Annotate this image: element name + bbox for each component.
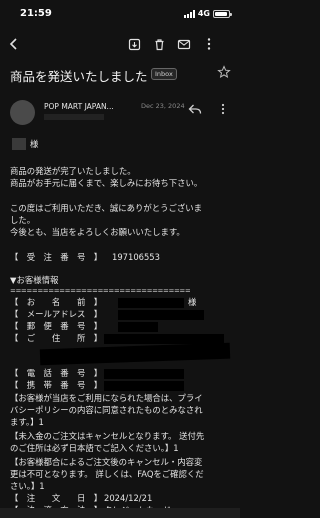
note-line: 更は不可となります。 詳しくは、FAQをご確認くだ [10, 469, 204, 479]
note-line: のご住所は必ず日本語でご記入ください。】1 [10, 443, 179, 453]
name-label: 【 お 名 前 】 [10, 297, 103, 307]
order-date: 2024/12/21 [104, 493, 153, 503]
redacted-address-line2 [39, 342, 231, 366]
signal-icon [183, 9, 195, 18]
body-line: 今後とも、当店をよろしくお願いいたします。 [10, 227, 185, 237]
address-label: 【 ご 住 所 】 [10, 333, 103, 343]
sender-row: POP MART JAPAN... Dec 23, 2024 [10, 100, 235, 128]
battery-fill [215, 11, 227, 16]
email-body: 様 商品の発送が完了いたしました。 商品がお手元に届くまで、楽しみにお待ち下さい… [0, 134, 240, 518]
back-arrow-icon[interactable] [4, 34, 24, 54]
reply-icon[interactable] [188, 100, 202, 119]
redacted-name [118, 298, 184, 308]
bottom-edge [0, 508, 240, 518]
redacted-mobile [104, 381, 184, 391]
more-vert-icon[interactable] [199, 34, 219, 54]
body-line: 商品がお手元に届くまで、楽しみにお待ち下さい。 [10, 178, 203, 188]
order-number-label: 【 受 注 番 号 】 [10, 252, 103, 262]
toolbar [0, 34, 240, 58]
delete-icon[interactable] [149, 34, 169, 54]
customer-info-heading: ▼お客様情報 [10, 275, 59, 285]
phone-label: 【 電 話 番 号 】 [10, 368, 103, 378]
inbox-label-chip[interactable]: Inbox [151, 68, 177, 80]
sender-name[interactable]: POP MART JAPAN... [44, 102, 114, 111]
sender-avatar[interactable] [10, 100, 35, 125]
status-indicators: 4G [183, 9, 232, 18]
mobile-label: 【 携 帯 番 号 】 [10, 380, 103, 390]
note-line: 【お客様が当店をご利用になられた場合は、プライ [10, 393, 203, 403]
order-number: 197106553 [112, 252, 160, 262]
redacted-phone [104, 369, 184, 379]
name-suffix: 様 [188, 297, 197, 307]
note-line: バシーポリシーの内容に同意されたものとみなされ [10, 405, 203, 415]
body-line: 商品の発送が完了いたしました。 [10, 166, 136, 176]
redacted-name-greeting [12, 138, 26, 150]
postal-label: 【 郵 便 番 号 】 [10, 321, 103, 331]
status-time: 21:59 [20, 8, 52, 19]
body-line: した。 [10, 215, 36, 225]
email-subject: 商品を発送いたしました [10, 69, 148, 84]
status-bar: 21:59 4G [0, 0, 240, 26]
message-more-icon[interactable] [220, 100, 226, 119]
subject-row: 商品を発送いたしました Inbox [10, 64, 235, 86]
note-line: さい。】1 [10, 481, 45, 491]
order-date-label: 【 注 文 日 】 [10, 493, 103, 503]
body-line: この度はご利用いただき、誠にありがとうございま [10, 203, 203, 213]
note-line: 【お客様都合によるご注文後のキャンセル・内容変 [10, 457, 203, 467]
mark-unread-icon[interactable] [174, 34, 194, 54]
recipient-line-redacted[interactable] [44, 114, 104, 120]
greeting-suffix: 様 [30, 139, 39, 149]
redacted-postal [118, 322, 158, 332]
note-line: 【未入金のご注文はキャンセルとなります。 送付先 [10, 431, 205, 441]
battery-icon [213, 9, 232, 18]
note-line: ます。】1 [10, 417, 44, 427]
email-label: 【 メールアドレス 】 [10, 309, 103, 319]
redacted-email [118, 310, 204, 320]
email-date: Dec 23, 2024 [141, 102, 185, 110]
separator-line: ================================= [10, 287, 191, 295]
archive-icon[interactable] [124, 34, 144, 54]
network-type: 4G [197, 9, 210, 18]
star-icon[interactable] [217, 64, 231, 83]
